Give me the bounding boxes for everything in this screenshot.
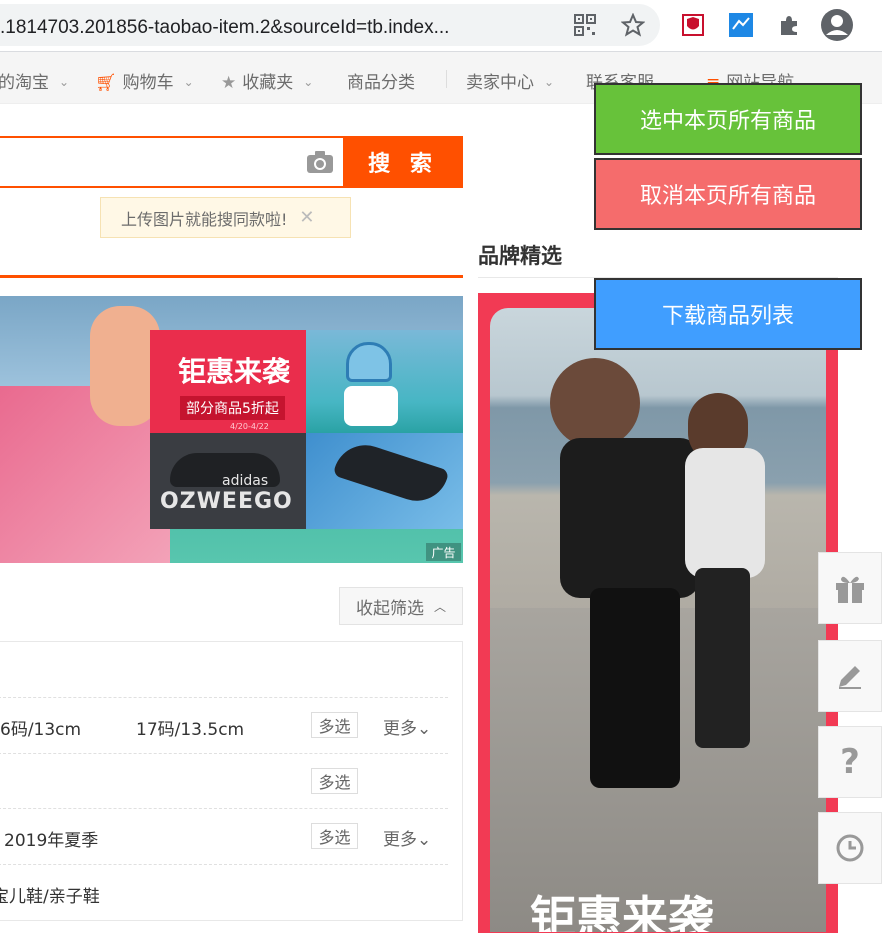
brand-ad-headline: 钜惠来袭 bbox=[530, 891, 714, 932]
chevron-down-icon: ⌄ bbox=[417, 830, 432, 850]
multi-select-button[interactable]: 多选 bbox=[311, 712, 358, 738]
promo-date: 4/20-4/22 bbox=[230, 422, 269, 431]
browser-toolbar: .1814703.201856-taobao-item.2&sourceId=t… bbox=[0, 0, 882, 52]
multi-select-button[interactable]: 多选 bbox=[311, 823, 358, 849]
nav-label: 商品分类 bbox=[347, 73, 415, 93]
promo-headline: 钜惠来袭 bbox=[178, 355, 291, 388]
ad-banner[interactable]: 钜惠来袭 部分商品5折起 4/20-4/22 adidas OZWEEGO 广告 bbox=[0, 296, 463, 563]
cart-icon: 🛒︎ bbox=[95, 73, 117, 93]
chevron-down-icon: ⌄ bbox=[417, 719, 432, 739]
filter-option[interactable]: 宝儿鞋/亲子鞋 bbox=[0, 882, 100, 907]
filter-panel: 6码/13cm 17码/13.5cm 多选 更多⌄ 多选 2019年夏季 多选 … bbox=[0, 641, 463, 921]
image-search-tip: 上传图片就能搜同款啦! ✕ bbox=[100, 197, 351, 238]
more-label: 更多 bbox=[383, 830, 417, 850]
edit-icon[interactable] bbox=[818, 640, 882, 712]
filter-option[interactable]: 17码/13.5cm bbox=[136, 715, 244, 740]
qr-code-icon[interactable] bbox=[571, 11, 599, 39]
chevron-up-icon: ︿ bbox=[433, 599, 446, 614]
product-text: OZWEEGO bbox=[160, 489, 293, 514]
filter-option[interactable]: 2019年夏季 bbox=[4, 826, 98, 851]
nav-label: 卖家中心 bbox=[466, 73, 534, 93]
download-list-button[interactable]: 下载商品列表 bbox=[594, 278, 862, 350]
filter-row: 6码/13cm 17码/13.5cm 多选 更多⌄ bbox=[0, 698, 448, 754]
address-bar[interactable]: .1814703.201856-taobao-item.2&sourceId=t… bbox=[0, 4, 660, 46]
chevron-down-icon: ⌄ bbox=[303, 75, 314, 89]
help-icon[interactable]: ? bbox=[818, 726, 882, 798]
nav-label: 的淘宝 bbox=[0, 73, 49, 93]
promo-tile: 钜惠来袭 部分商品5折起 4/20-4/22 bbox=[150, 330, 306, 433]
divider bbox=[0, 275, 463, 278]
more-button[interactable]: 更多⌄ bbox=[383, 714, 431, 739]
chevron-down-icon: ⌄ bbox=[544, 75, 555, 89]
filter-row: 多选 bbox=[0, 754, 448, 809]
nav-label: 购物车 bbox=[122, 73, 174, 93]
multi-select-button[interactable]: 多选 bbox=[311, 768, 358, 794]
star-icon: ★ bbox=[221, 73, 237, 93]
nav-divider bbox=[446, 70, 447, 88]
account-icon[interactable] bbox=[820, 8, 854, 42]
nav-cart[interactable]: 🛒︎ 购物车 ⌄ bbox=[95, 68, 194, 93]
search-input[interactable] bbox=[0, 136, 345, 188]
collapse-filter-button[interactable]: 收起筛选 ︿ bbox=[339, 587, 463, 625]
promo-sub: 部分商品5折起 bbox=[180, 396, 285, 420]
chevron-down-icon: ⌄ bbox=[59, 75, 70, 89]
filter-row bbox=[0, 642, 448, 698]
kid-helmet-tile bbox=[306, 330, 463, 433]
brand-section-title: 品牌精选 bbox=[478, 244, 562, 268]
more-label: 更多 bbox=[383, 719, 417, 739]
filter-option[interactable]: 6码/13cm bbox=[0, 715, 81, 740]
camera-icon[interactable] bbox=[306, 150, 334, 178]
more-button[interactable]: 更多⌄ bbox=[383, 825, 431, 850]
url-text[interactable]: .1814703.201856-taobao-item.2&sourceId=t… bbox=[0, 17, 449, 39]
collapse-label: 收起筛选 bbox=[355, 598, 424, 619]
nav-favorites[interactable]: ★ 收藏夹 ⌄ bbox=[221, 68, 313, 93]
nav-categories[interactable]: 商品分类 bbox=[347, 68, 415, 93]
shoe-tile-blue bbox=[306, 433, 463, 529]
nav-my-taobao[interactable]: 的淘宝 ⌄ bbox=[0, 68, 69, 93]
close-icon[interactable]: ✕ bbox=[299, 207, 314, 228]
select-all-button[interactable]: 选中本页所有商品 bbox=[594, 83, 862, 155]
brand-text: adidas bbox=[222, 473, 269, 489]
puzzle-icon[interactable] bbox=[775, 11, 803, 39]
deselect-all-button[interactable]: 取消本页所有商品 bbox=[594, 158, 862, 230]
history-icon[interactable] bbox=[818, 812, 882, 884]
search-button[interactable]: 搜 索 bbox=[343, 136, 463, 188]
star-icon[interactable] bbox=[619, 11, 647, 39]
ad-tag: 广告 bbox=[426, 543, 461, 561]
tip-text: 上传图片就能搜同款啦! bbox=[121, 209, 288, 229]
map-extension-icon[interactable] bbox=[727, 11, 755, 39]
shield-extension-icon[interactable] bbox=[679, 11, 707, 39]
nav-seller-center[interactable]: 卖家中心 ⌄ bbox=[466, 68, 554, 93]
filter-row: 2019年夏季 多选 更多⌄ bbox=[0, 809, 448, 865]
nav-label: 收藏夹 bbox=[242, 73, 294, 93]
shoe-tile-dark: adidas OZWEEGO bbox=[150, 433, 306, 529]
runners-photo[interactable]: 钜惠来袭 bbox=[490, 308, 826, 932]
filter-row: 宝儿鞋/亲子鞋 bbox=[0, 865, 448, 921]
gift-icon[interactable] bbox=[818, 552, 882, 624]
chevron-down-icon: ⌄ bbox=[183, 75, 194, 89]
